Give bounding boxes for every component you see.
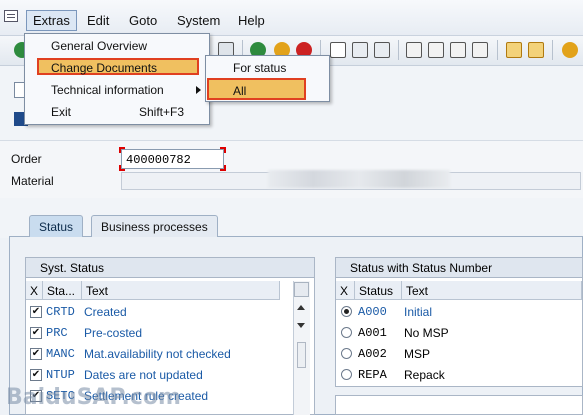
- tab-status[interactable]: Status: [29, 215, 84, 237]
- scroll-thumb[interactable]: [294, 282, 309, 297]
- column-header-x[interactable]: X: [26, 281, 43, 300]
- status-code: MANC: [46, 347, 75, 361]
- status-number-text: MSP: [404, 347, 431, 361]
- menu-item-general-overview[interactable]: General Overview: [51, 39, 147, 53]
- status-code: CRTD: [46, 305, 75, 319]
- focus-corner: [119, 147, 125, 153]
- print-icon[interactable]: [330, 42, 346, 58]
- find-icon[interactable]: [352, 42, 368, 58]
- menu-item-technical-information[interactable]: Technical information: [51, 83, 164, 97]
- order-field[interactable]: 400000782: [121, 149, 224, 169]
- column-header-x[interactable]: X: [336, 281, 355, 300]
- menu-system[interactable]: System: [177, 13, 220, 28]
- menu-extras[interactable]: Extras: [26, 10, 77, 31]
- menu-item-exit[interactable]: Exit: [51, 105, 71, 119]
- tab-business-processes[interactable]: Business processes: [91, 215, 218, 237]
- status-number-text: No MSP: [404, 326, 449, 340]
- column-header-status[interactable]: Sta...: [43, 281, 82, 300]
- material-label: Material: [11, 174, 54, 188]
- status-text: Mat.availability not checked: [84, 347, 231, 361]
- status-radio[interactable]: [341, 348, 352, 359]
- status-number-title: Status with Status Number: [336, 258, 582, 278]
- status-number-code: A001: [358, 326, 387, 340]
- status-number-code: A002: [358, 347, 387, 361]
- status-text: Created: [84, 305, 127, 319]
- column-header-status[interactable]: Status: [355, 281, 402, 300]
- status-radio[interactable]: [341, 369, 352, 380]
- submenu-item-all[interactable]: All: [233, 84, 246, 98]
- status-checkbox[interactable]: ✔: [30, 306, 42, 318]
- next-page-icon[interactable]: [450, 42, 466, 58]
- submenu-item-for-status[interactable]: For status: [233, 61, 286, 75]
- material-description-redacted: [268, 170, 450, 188]
- tab-strip: [0, 198, 583, 238]
- user-status-group: [335, 395, 583, 415]
- scroll-track-handle[interactable]: [297, 342, 306, 368]
- shortcut-icon[interactable]: [528, 42, 544, 58]
- status-checkbox[interactable]: ✔: [30, 369, 42, 381]
- toolbar-separator: [497, 40, 498, 60]
- scroll-up-icon[interactable]: [297, 305, 305, 310]
- status-radio[interactable]: [341, 306, 352, 317]
- status-checkbox[interactable]: ✔: [30, 348, 42, 360]
- status-number-code: REPA: [358, 368, 387, 382]
- status-code: NTUP: [46, 368, 75, 382]
- submenu-arrow-icon: [196, 86, 201, 94]
- status-radio[interactable]: [341, 327, 352, 338]
- focus-corner: [220, 165, 226, 171]
- watermark: BaiduSAP.com: [6, 385, 181, 410]
- order-label: Order: [11, 152, 42, 166]
- status-text: Dates are not updated: [84, 368, 203, 382]
- system-menu-icon[interactable]: [4, 10, 18, 22]
- status-number-code: A000: [358, 305, 387, 319]
- focus-corner: [119, 165, 125, 171]
- previous-page-icon[interactable]: [428, 42, 444, 58]
- column-header-text[interactable]: Text: [402, 281, 582, 300]
- toolbar-separator: [398, 40, 399, 60]
- submenu-item-all-highlight[interactable]: [207, 78, 306, 100]
- scroll-down-icon[interactable]: [297, 323, 305, 328]
- toolbar-separator: [552, 40, 553, 60]
- system-status-title: Syst. Status: [26, 258, 314, 278]
- find-next-icon[interactable]: [374, 42, 390, 58]
- column-header-text[interactable]: Text: [82, 281, 280, 300]
- status-number-text: Repack: [404, 368, 445, 382]
- status-code: PRC: [46, 326, 68, 340]
- status-checkbox[interactable]: ✔: [30, 327, 42, 339]
- help-icon[interactable]: [562, 42, 578, 58]
- menu-edit[interactable]: Edit: [87, 13, 109, 28]
- menu-help[interactable]: Help: [238, 13, 265, 28]
- menu-item-change-documents[interactable]: Change Documents: [51, 61, 157, 75]
- menu-goto[interactable]: Goto: [129, 13, 157, 28]
- status-text: Pre-costed: [84, 326, 143, 340]
- focus-corner: [220, 147, 226, 153]
- new-session-icon[interactable]: [506, 42, 522, 58]
- menu-item-exit-shortcut: Shift+F3: [139, 105, 185, 119]
- status-number-text: Initial: [404, 305, 433, 319]
- last-page-icon[interactable]: [472, 42, 488, 58]
- first-page-icon[interactable]: [406, 42, 422, 58]
